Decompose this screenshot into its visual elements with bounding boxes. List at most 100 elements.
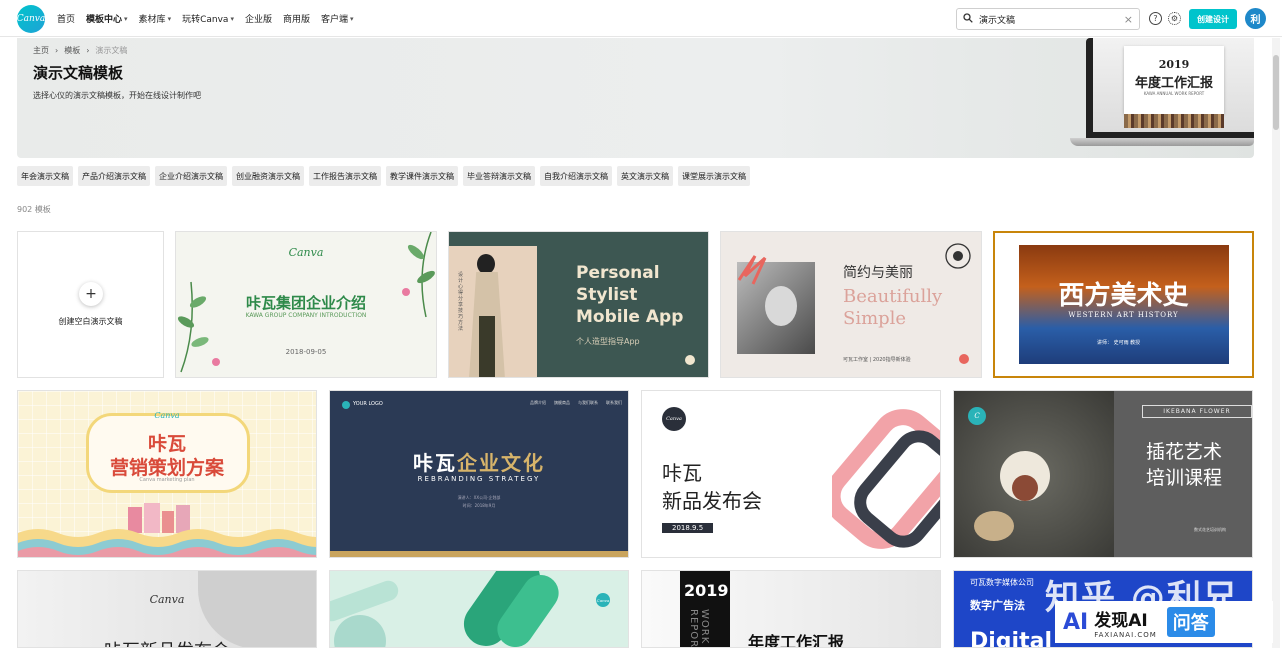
search-icon	[963, 12, 973, 26]
nav-home[interactable]: 首页	[57, 12, 75, 25]
breadcrumb: 主页 › 模板 › 演示文稿	[33, 45, 127, 56]
tag-classroom[interactable]: 课堂展示演示文稿	[678, 166, 750, 186]
town-wave-decoration	[18, 503, 316, 557]
menu-item: 与我们联系	[578, 400, 598, 405]
nav-enterprise-label: 企业版	[244, 15, 272, 25]
card-title: 咔瓦集团企业介绍	[245, 294, 366, 312]
card-subtitle: WESTERN ART HISTORY	[1068, 311, 1179, 319]
breadcrumb-templates[interactable]: 模板	[64, 45, 80, 56]
nav-assets-label: 素材库	[138, 15, 166, 25]
page-title: 演示文稿模板	[33, 64, 124, 82]
card-side-text: WORK REPORT	[688, 609, 710, 648]
template-card-launch-grey[interactable]: Canva 咔瓦新品发布会	[17, 570, 317, 648]
laptop-year: 2019	[1158, 58, 1190, 71]
menu-item: 品牌介绍	[530, 400, 546, 405]
template-card-western-art[interactable]: 西方美术史 WESTERN ART HISTORY 讲师： 史可雨 教授	[993, 231, 1254, 378]
card-meta1: 演讲人：XX公司·企划部	[457, 495, 501, 500]
template-card-marketing-plan[interactable]: Canva 咔瓦 营销策划方案 Canva marketing plan	[17, 390, 317, 558]
menu-item: 联系我们	[606, 400, 622, 405]
nav-learn-label: 玩转Canva	[182, 15, 229, 25]
watermark-brand-url: FAXIANAI.COM	[1094, 630, 1157, 639]
card-company: 可瓦数字媒体公司	[970, 578, 1034, 587]
card-subtitle: 个人造型指导App	[576, 337, 640, 346]
card-subtitle: KAWA GROUP COMPANY INTRODUCTION	[245, 312, 367, 319]
shapes-decoration	[330, 571, 559, 647]
tag-self-intro[interactable]: 自我介绍演示文稿	[540, 166, 612, 186]
watermark-qa: 问答	[1166, 607, 1215, 637]
nav-enterprise[interactable]: 企业版	[245, 12, 272, 25]
template-card-kawa-group[interactable]: Canva 咔瓦集团企业介绍 KAWA GROUP COMPANY INTROD…	[175, 231, 437, 378]
card-title: 数字广告法	[970, 599, 1025, 612]
brand-dot-icon	[959, 354, 969, 364]
result-count: 902 模板	[17, 205, 51, 214]
search-box[interactable]: ×	[956, 8, 1140, 30]
tag-product-intro[interactable]: 产品介绍演示文稿	[78, 166, 150, 186]
chevron-right-icon: ›	[86, 46, 90, 55]
menu-item: 旗舰商品	[554, 400, 570, 405]
rounded-frame-decoration	[832, 409, 940, 549]
help-icon[interactable]: ?	[1149, 12, 1162, 25]
nav-templates[interactable]: 模板中心 ▾	[86, 12, 128, 26]
watermark-badge: AI 发现AI FAXIANAI.COM 问答	[1055, 601, 1273, 643]
card-title: 咔瓦企业文化	[330, 447, 628, 476]
tag-teaching[interactable]: 教学课件演示文稿	[386, 166, 458, 186]
card-year: 2019	[684, 581, 729, 600]
logo-text: YOUR LOGO	[353, 401, 383, 407]
flower-sketch-decoration	[945, 243, 971, 269]
chevron-down-icon: ▾	[167, 14, 172, 23]
card-tag: IKEBANA FLOWER	[1142, 405, 1252, 418]
template-card-corporate-culture[interactable]: YOUR LOGO 品牌介绍 旗舰商品 与我们联系 联系我们 咔瓦企业文化 RE…	[329, 390, 629, 558]
nav-templates-label: 模板中心	[86, 15, 123, 25]
nav-learn[interactable]: 玩转Canva ▾	[182, 12, 234, 26]
template-card-green-shapes[interactable]: Canva	[329, 570, 629, 648]
template-card-ikebana[interactable]: C IKEBANA FLOWER 插花艺术 培训课程 数式花艺培训机构	[953, 390, 1253, 558]
tag-company-intro[interactable]: 企业介绍演示文稿	[155, 166, 227, 186]
card-brand: Canva	[662, 407, 686, 431]
create-design-button[interactable]: 创建设计	[1189, 9, 1237, 29]
nav-home-label: 首页	[57, 15, 76, 25]
tag-work-report[interactable]: 工作报告演示文稿	[309, 166, 381, 186]
tag-annual-meeting[interactable]: 年会演示文稿	[17, 166, 73, 186]
watermark-ai-logo: AI	[1063, 609, 1089, 635]
card-title-part-a: 咔瓦	[413, 451, 457, 475]
avatar[interactable]: 利	[1245, 8, 1266, 29]
template-card-personal-stylist[interactable]: 设计心得分享技巧方法 Personal Stylist Mobile App 个…	[448, 231, 709, 378]
tag-graduation[interactable]: 毕业答辩演示文稿	[463, 166, 535, 186]
chevron-down-icon: ▾	[230, 14, 234, 23]
search-input[interactable]	[979, 14, 1124, 24]
template-card-beautifully-simple[interactable]: 简约与美丽 Beautifully Simple 可瓦工作室 | 2020指导新…	[720, 231, 982, 378]
scrollbar-thumb[interactable]	[1273, 55, 1279, 130]
top-navbar: Canva 首页 模板中心 ▾ 素材库 ▾ 玩转Canva ▾ 企业版 商用版 客户端…	[0, 0, 1282, 37]
card-title-line2: Stylist	[576, 285, 638, 305]
canva-logo[interactable]: Canva	[17, 5, 45, 33]
chevron-right-icon: ›	[55, 46, 59, 55]
laptop-illustration: 2019 年度工作汇报 KAWA ANNUAL WORK REPORT	[1044, 38, 1254, 158]
card-subtitle: Digital	[970, 629, 1052, 648]
nav-assets[interactable]: 素材库 ▾	[138, 12, 172, 26]
card-title-line1: 咔瓦	[147, 433, 186, 455]
gear-icon[interactable]: ⚙	[1168, 12, 1181, 25]
card-brand: Canva	[154, 411, 180, 420]
chevron-down-icon: ▾	[350, 14, 354, 23]
card-title-en1: Beautifully	[843, 286, 943, 307]
page-subtitle: 选择心仪的演示文稿模板，开始在线设计制作吧	[33, 91, 201, 100]
card-title-line1: 咔瓦	[662, 461, 702, 485]
clear-icon[interactable]: ×	[1124, 13, 1133, 26]
template-card-product-launch[interactable]: Canva 咔瓦 新品发布会 2018.9.5	[641, 390, 941, 558]
watermark-brand: 发现AI FAXIANAI.COM	[1094, 606, 1157, 639]
nav-commercial-label: 商用版	[282, 15, 310, 25]
breadcrumb-home[interactable]: 主页	[33, 45, 49, 56]
card-title: 年度工作汇报	[748, 633, 845, 648]
card-title: 西方美术史	[1058, 281, 1189, 311]
card-title-line3: Mobile App	[576, 307, 684, 327]
template-card-annual-report[interactable]: 2019 WORK REPORT 年度工作汇报	[641, 570, 941, 648]
card-brand: Canva	[149, 593, 185, 606]
nav-commercial[interactable]: 商用版	[283, 12, 310, 25]
create-blank-card[interactable]: + 创建空白演示文稿	[17, 231, 164, 378]
card-title-part-b: 企业文化	[457, 451, 545, 475]
card-footer: 讲师： 史可雨 教授	[1097, 340, 1141, 346]
tag-startup-funding[interactable]: 创业融资演示文稿	[232, 166, 304, 186]
nav-client[interactable]: 客户端 ▾	[321, 12, 354, 26]
card-meta2: 时间：2018年9月	[462, 503, 496, 508]
tag-english[interactable]: 英文演示文稿	[617, 166, 673, 186]
